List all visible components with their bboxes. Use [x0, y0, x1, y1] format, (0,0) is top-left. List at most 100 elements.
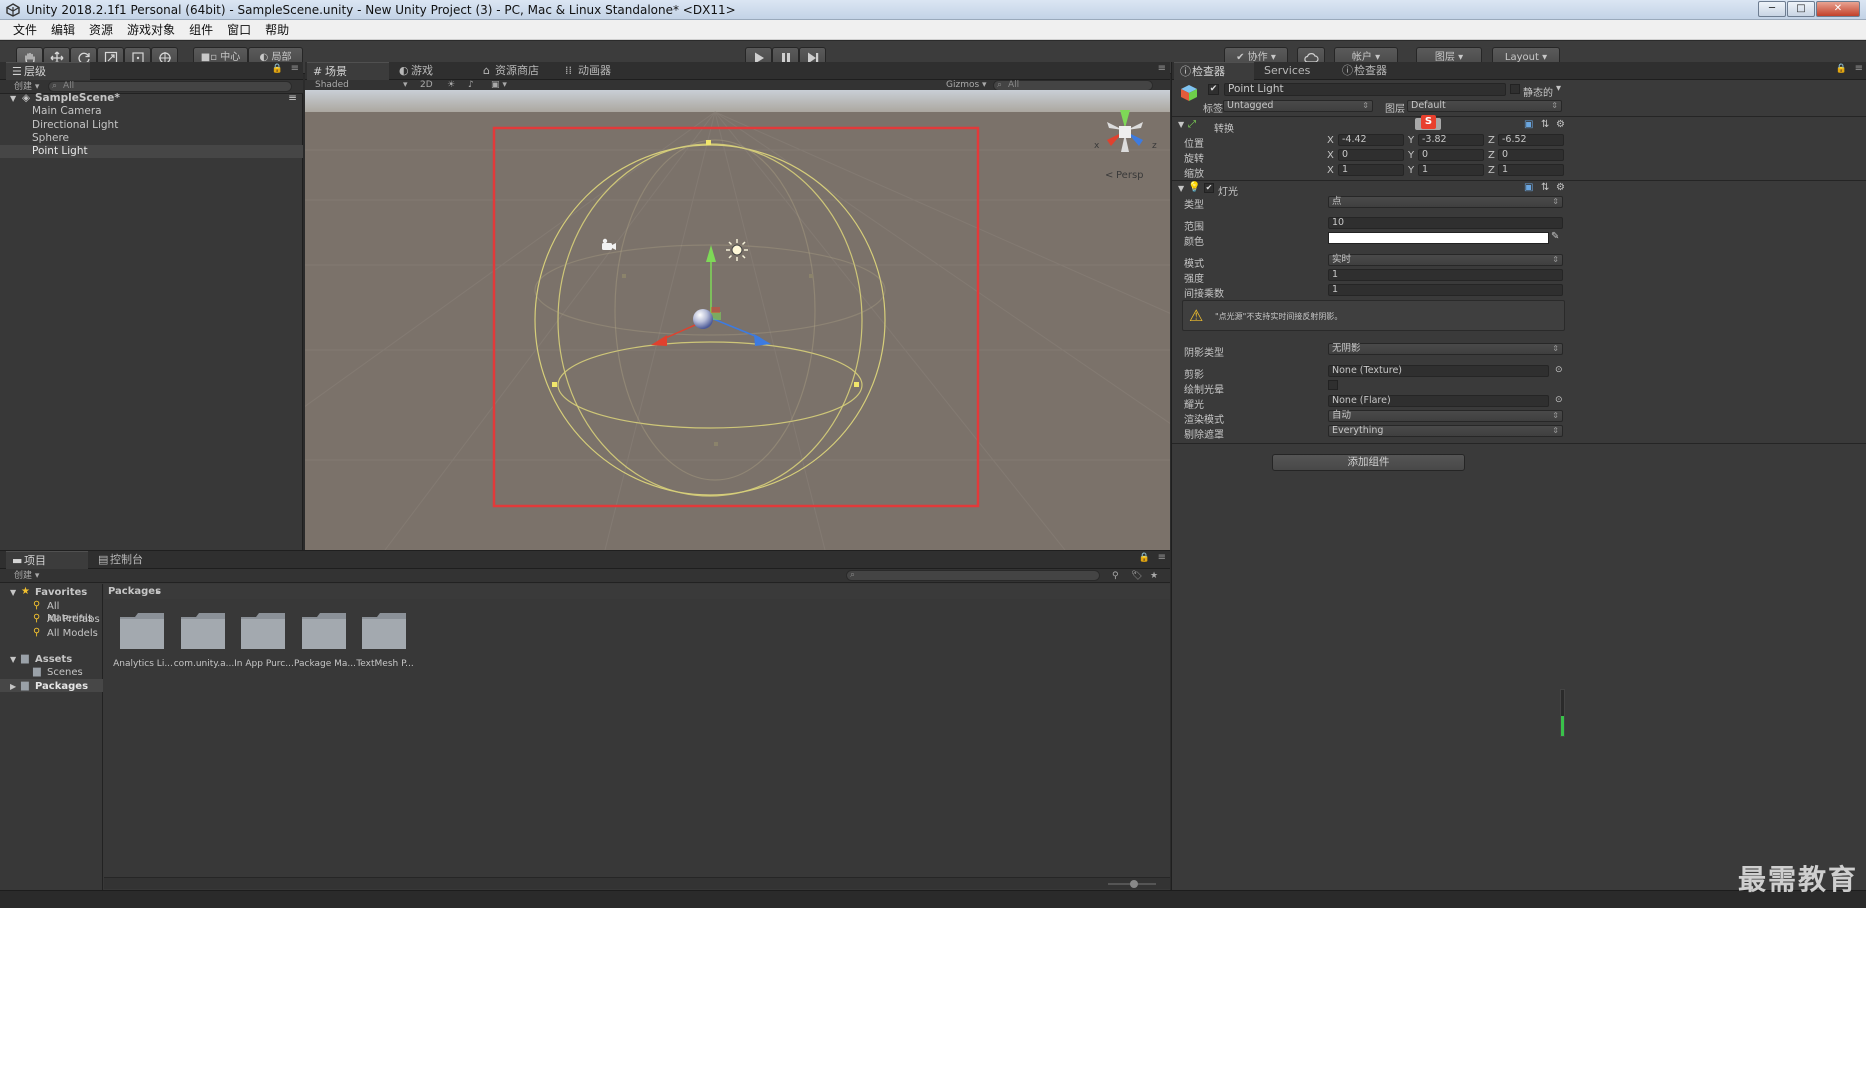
intensity-field[interactable]: 1: [1328, 269, 1563, 281]
collapse-arrow-icon[interactable]: ▼: [1178, 120, 1184, 129]
menu-gameobject[interactable]: 游戏对象: [120, 20, 182, 39]
tab-console[interactable]: ▤ 控制台: [92, 551, 172, 569]
indirect-multiplier-field[interactable]: 1: [1328, 284, 1563, 296]
eyedropper-icon[interactable]: ✎: [1551, 231, 1559, 242]
gear-icon[interactable]: ⚙: [1556, 119, 1565, 130]
position-x-field[interactable]: -4.42: [1338, 134, 1404, 146]
active-checkbox[interactable]: ✔: [1208, 84, 1219, 95]
menu-file[interactable]: 文件: [6, 20, 44, 39]
project-search-input[interactable]: ⌕: [846, 570, 1100, 581]
object-picker-icon[interactable]: ⊙: [1555, 365, 1563, 375]
panel-menu-icon[interactable]: ≡: [291, 63, 299, 74]
lock-icon[interactable]: 🔒: [1139, 553, 1150, 563]
hierarchy-item[interactable]: Main Camera: [0, 105, 303, 118]
preset-icon[interactable]: ⇅: [1541, 119, 1549, 130]
favorite-item[interactable]: All Models: [47, 628, 98, 640]
effects-toggle-icon[interactable]: ▣ ▾: [491, 80, 507, 90]
package-folder[interactable]: com.unity.a...: [174, 611, 234, 669]
toggle-2d-button[interactable]: 2D: [420, 80, 433, 90]
scrollbar-thumb[interactable]: [1561, 716, 1564, 736]
lock-icon[interactable]: 🔒: [272, 64, 283, 74]
package-folder[interactable]: Analytics Li...: [113, 611, 173, 669]
favorite-item[interactable]: All Prefabs: [47, 614, 100, 626]
tab-hierarchy[interactable]: ☰ 层级: [6, 62, 90, 80]
gear-icon[interactable]: ⚙: [1556, 182, 1565, 193]
panel-menu-icon[interactable]: ≡: [1158, 63, 1166, 74]
shadow-type-dropdown[interactable]: 无阴影: [1328, 343, 1563, 355]
favorites-label[interactable]: Favorites: [35, 587, 87, 599]
filter-type-icon[interactable]: ⚲: [1112, 569, 1119, 583]
render-mode-dropdown[interactable]: 自动: [1328, 410, 1563, 422]
sphere-object[interactable]: [693, 309, 713, 329]
scene-viewport[interactable]: x z < Persp: [305, 90, 1170, 550]
light-enabled-checkbox[interactable]: ✔: [1204, 183, 1214, 193]
object-name-field[interactable]: Point Light: [1224, 83, 1506, 96]
lighting-toggle-icon[interactable]: ☀: [447, 80, 455, 90]
tab-scene[interactable]: # 场景: [307, 62, 389, 80]
breadcrumb[interactable]: Packages: [108, 586, 161, 598]
expand-arrow-icon[interactable]: ▼: [10, 587, 16, 599]
persp-label-arrow[interactable]: <: [1105, 170, 1113, 181]
scale-y-field[interactable]: 1: [1418, 164, 1484, 176]
scrollbar[interactable]: [1560, 689, 1565, 737]
preset-icon[interactable]: ⇅: [1541, 182, 1549, 193]
layer-dropdown[interactable]: Default: [1407, 100, 1562, 112]
menu-assets[interactable]: 资源: [82, 20, 120, 39]
directional-light-icon[interactable]: [726, 239, 748, 261]
tab-game[interactable]: ◐ 游戏: [393, 62, 471, 80]
panel-menu-icon[interactable]: ≡: [1855, 63, 1863, 74]
rotation-z-field[interactable]: 0: [1498, 149, 1564, 161]
static-dropdown-arrow[interactable]: ▾: [1556, 83, 1561, 94]
hierarchy-search-input[interactable]: ⌕ All: [48, 81, 292, 92]
culling-mask-dropdown[interactable]: Everything: [1328, 425, 1563, 437]
add-component-button[interactable]: 添加组件: [1272, 454, 1465, 471]
tab-asset-store[interactable]: ⌂ 资源商店: [477, 62, 561, 80]
rotation-y-field[interactable]: 0: [1418, 149, 1484, 161]
tab-animator[interactable]: ⁞⁞ 动画器: [560, 62, 638, 80]
minimize-button[interactable]: ─: [1758, 1, 1786, 17]
menu-edit[interactable]: 编辑: [44, 20, 82, 39]
expand-arrow-icon[interactable]: ▼: [10, 654, 16, 666]
tab-services[interactable]: Services: [1246, 62, 1332, 80]
range-field[interactable]: 10: [1328, 217, 1563, 229]
star-icon[interactable]: ★: [1150, 569, 1158, 583]
scale-x-field[interactable]: 1: [1338, 164, 1404, 176]
create-dropdown[interactable]: 创建 ▾: [14, 569, 39, 583]
maximize-button[interactable]: □: [1787, 1, 1815, 17]
gizmos-dropdown[interactable]: Gizmos ▾: [946, 80, 987, 90]
scenes-folder[interactable]: Scenes: [47, 667, 83, 679]
position-z-field[interactable]: -6.52: [1498, 134, 1564, 146]
object-picker-icon[interactable]: ⊙: [1555, 395, 1563, 405]
menu-component[interactable]: 组件: [182, 20, 220, 39]
collapse-arrow-icon[interactable]: ▼: [1178, 184, 1184, 193]
position-y-field[interactable]: -3.82: [1418, 134, 1484, 146]
draw-halo-checkbox[interactable]: [1328, 380, 1338, 390]
tab-project[interactable]: ▬ 项目: [6, 551, 88, 569]
tab-inspector-2[interactable]: ⓘ 检查器: [1336, 62, 1422, 80]
flare-field[interactable]: None (Flare): [1328, 395, 1549, 407]
color-swatch[interactable]: [1328, 232, 1549, 244]
shading-dropdown[interactable]: Shaded: [315, 80, 349, 90]
menu-help[interactable]: 帮助: [258, 20, 296, 39]
menu-window[interactable]: 窗口: [220, 20, 258, 39]
mode-dropdown[interactable]: 实时: [1328, 254, 1563, 266]
expand-arrow-icon[interactable]: ▼: [10, 92, 16, 105]
help-icon[interactable]: ▣: [1524, 119, 1533, 130]
package-folder[interactable]: TextMesh P...: [356, 611, 414, 669]
help-icon[interactable]: ▣: [1524, 182, 1533, 193]
packages-label[interactable]: Packages: [35, 681, 88, 693]
persp-label[interactable]: Persp: [1116, 170, 1144, 181]
close-button[interactable]: ✕: [1816, 1, 1860, 17]
light-type-dropdown[interactable]: 点: [1328, 196, 1563, 208]
scale-z-field[interactable]: 1: [1498, 164, 1564, 176]
audio-toggle-icon[interactable]: ♪: [468, 80, 474, 90]
tab-inspector[interactable]: ⓘ 检查器: [1174, 62, 1254, 80]
static-checkbox[interactable]: [1510, 84, 1520, 94]
package-folder[interactable]: In App Purc...: [234, 611, 294, 669]
scene-menu-icon[interactable]: ≡: [288, 92, 297, 105]
zoom-slider-thumb[interactable]: [1130, 880, 1138, 888]
assets-label[interactable]: Assets: [35, 654, 72, 666]
hierarchy-item[interactable]: Sphere: [0, 132, 303, 145]
package-folder[interactable]: Package Ma...: [294, 611, 356, 669]
expand-arrow-icon[interactable]: ▶: [10, 681, 16, 693]
